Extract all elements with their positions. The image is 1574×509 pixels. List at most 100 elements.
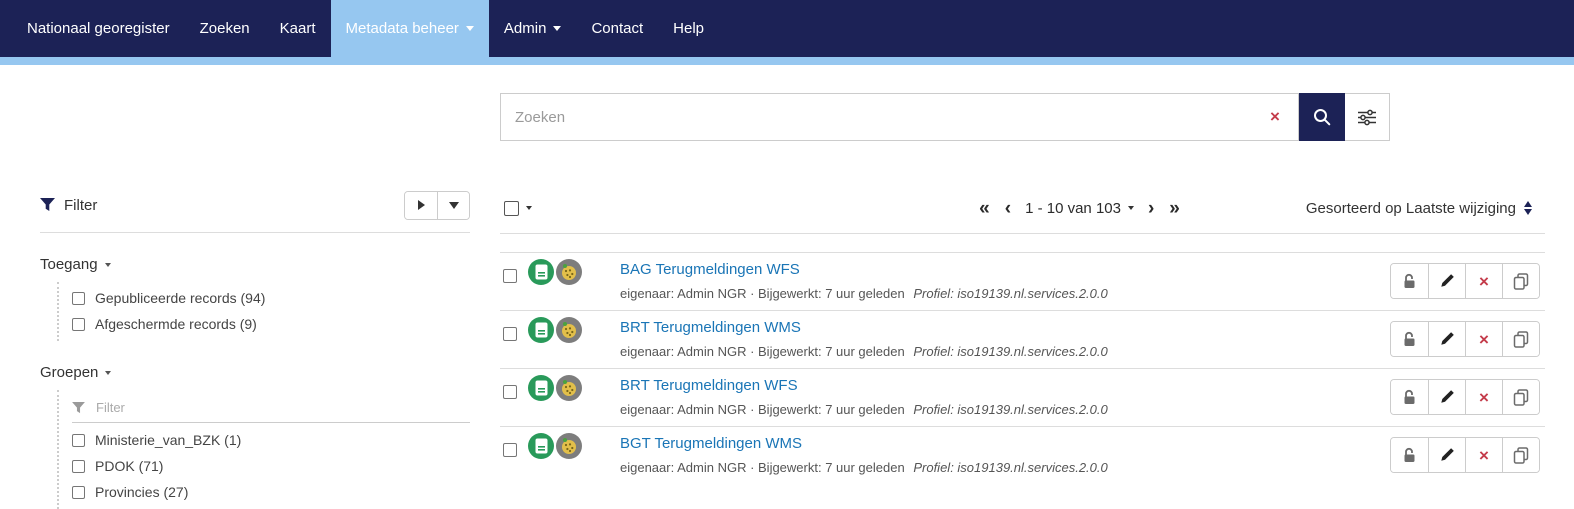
duplicate-copy-button[interactable] xyxy=(1502,264,1539,298)
record-checkbox[interactable] xyxy=(503,443,517,457)
metadata-document-icon xyxy=(528,375,554,401)
record-text: BRT Terugmeldingen WFS eigenaar: Admin N… xyxy=(620,377,1108,417)
privileges-lock-button[interactable] xyxy=(1391,380,1428,414)
pagination-prev-button[interactable]: ‹ xyxy=(1004,199,1012,218)
record-title-link[interactable]: BAG Terugmeldingen WFS xyxy=(620,261,800,278)
pagination-first-button[interactable]: « xyxy=(978,199,991,218)
search-button[interactable] xyxy=(1299,93,1345,141)
delete-button[interactable]: × xyxy=(1465,322,1502,356)
filter-funnel-icon xyxy=(72,401,85,414)
nav-label: Nationaal georegister xyxy=(27,20,170,37)
chevron-down-icon xyxy=(104,262,111,267)
record-title-link[interactable]: BRT Terugmeldingen WMS xyxy=(620,319,801,336)
nav-item-nationaal-georegister[interactable]: Nationaal georegister xyxy=(12,0,185,57)
filter-menu-button[interactable] xyxy=(437,191,469,219)
facet-label: Gepubliceerde records (94) xyxy=(95,290,266,306)
privileges-lock-button[interactable] xyxy=(1391,438,1428,472)
nav-item-zoeken[interactable]: Zoeken xyxy=(185,0,265,57)
record-actions: × xyxy=(1390,263,1540,299)
groups-filter-input[interactable] xyxy=(96,400,470,415)
copy-icon xyxy=(1513,388,1529,406)
checkbox[interactable] xyxy=(72,485,85,499)
service-globe-icon xyxy=(556,375,582,401)
facet-item-ministerie-van-bzk[interactable]: Ministerie_van_BZK (1) xyxy=(72,427,470,453)
sort-label: Gesorteerd op Laatste wijziging xyxy=(1305,199,1516,217)
edit-pencil-button[interactable] xyxy=(1428,380,1465,414)
service-globe-icon xyxy=(556,433,582,459)
delete-button[interactable]: × xyxy=(1465,438,1502,472)
pagination-range-dropdown[interactable]: 1 - 10 van 103 xyxy=(1025,200,1134,217)
facet-item-pdok[interactable]: PDOK (71) xyxy=(72,453,470,479)
checkbox[interactable] xyxy=(72,317,85,331)
record-checkbox[interactable] xyxy=(503,385,517,399)
navbar-accent-strip xyxy=(0,57,1574,65)
facet-list-toegang: Gepubliceerde records (94) Afgeschermde … xyxy=(57,282,470,341)
checkbox[interactable] xyxy=(72,459,85,473)
search-input-wrap: × xyxy=(500,93,1299,141)
sort-control[interactable]: Gesorteerd op Laatste wijziging xyxy=(1306,200,1532,217)
select-all-checkbox[interactable] xyxy=(504,200,519,216)
clear-search-icon[interactable]: × xyxy=(1252,107,1298,127)
facet-item-afgeschermde-records[interactable]: Afgeschermde records (9) xyxy=(72,311,470,337)
sliders-icon xyxy=(1357,109,1377,126)
filter-header: Filter xyxy=(40,190,470,220)
facet-item-gepubliceerde-records[interactable]: Gepubliceerde records (94) xyxy=(72,285,470,311)
copy-icon xyxy=(1513,446,1529,464)
record-text: BAG Terugmeldingen WFS eigenaar: Admin N… xyxy=(620,261,1108,301)
play-icon xyxy=(417,200,425,210)
sort-updown-icon xyxy=(1524,201,1532,215)
pagination-next-button[interactable]: › xyxy=(1147,199,1155,218)
facet-section-title: Groepen xyxy=(40,364,99,381)
chevron-down-icon xyxy=(526,206,532,210)
nav-item-kaart[interactable]: Kaart xyxy=(265,0,331,57)
nav-item-help[interactable]: Help xyxy=(658,0,719,57)
nav-item-metadata-beheer[interactable]: Metadata beheer xyxy=(330,0,489,57)
checkbox[interactable] xyxy=(72,291,85,305)
delete-button[interactable]: × xyxy=(1465,264,1502,298)
delete-button[interactable]: × xyxy=(1465,380,1502,414)
pagination-last-button[interactable]: » xyxy=(1168,199,1181,218)
record-title-link[interactable]: BRT Terugmeldingen WFS xyxy=(620,377,798,394)
edit-pencil-button[interactable] xyxy=(1428,438,1465,472)
checkbox[interactable] xyxy=(72,433,85,447)
select-all-control[interactable] xyxy=(504,200,532,216)
record-actions: × xyxy=(1390,321,1540,357)
record-actions: × xyxy=(1390,437,1540,473)
record-profile: Profiel: iso19139.nl.services.2.0.0 xyxy=(913,460,1108,475)
metadata-document-icon xyxy=(528,259,554,285)
pagination-range-label: 1 - 10 van 103 xyxy=(1025,199,1121,217)
duplicate-copy-button[interactable] xyxy=(1502,380,1539,414)
duplicate-copy-button[interactable] xyxy=(1502,322,1539,356)
record-checkbox[interactable] xyxy=(503,327,517,341)
duplicate-copy-button[interactable] xyxy=(1502,438,1539,472)
copy-icon xyxy=(1513,272,1529,290)
facet-section-title: Toegang xyxy=(40,256,98,273)
record-owner-updated: eigenaar: Admin NGR · Bijgewerkt: 7 uur … xyxy=(620,344,905,359)
nav-item-admin[interactable]: Admin xyxy=(489,0,577,57)
nav-item-contact[interactable]: Contact xyxy=(576,0,658,57)
record-row: BRT Terugmeldingen WMS eigenaar: Admin N… xyxy=(500,310,1545,368)
edit-pencil-button[interactable] xyxy=(1428,264,1465,298)
apply-filter-button[interactable] xyxy=(405,191,437,219)
facet-section-toegang[interactable]: Toegang xyxy=(40,256,470,273)
privileges-lock-button[interactable] xyxy=(1391,264,1428,298)
service-globe-icon xyxy=(556,259,582,285)
facet-item-provincies[interactable]: Provincies (27) xyxy=(72,479,470,505)
record-checkbox[interactable] xyxy=(503,269,517,283)
search-input[interactable] xyxy=(501,108,1252,126)
nav-label: Zoeken xyxy=(199,20,250,37)
record-title-link[interactable]: BGT Terugmeldingen WMS xyxy=(620,435,802,452)
filter-actions-group xyxy=(404,190,470,220)
record-profile: Profiel: iso19139.nl.services.2.0.0 xyxy=(913,344,1108,359)
privileges-lock-button[interactable] xyxy=(1391,322,1428,356)
search-options-button[interactable] xyxy=(1345,93,1390,141)
delete-x-icon: × xyxy=(1479,271,1489,291)
delete-x-icon: × xyxy=(1479,329,1489,349)
facet-label: Ministerie_van_BZK (1) xyxy=(95,432,242,448)
pencil-icon xyxy=(1439,273,1455,289)
facet-section-groepen[interactable]: Groepen xyxy=(40,364,470,381)
lock-icon xyxy=(1402,447,1417,463)
edit-pencil-button[interactable] xyxy=(1428,322,1465,356)
nav-label: Admin xyxy=(503,20,547,37)
lock-icon xyxy=(1402,389,1417,405)
